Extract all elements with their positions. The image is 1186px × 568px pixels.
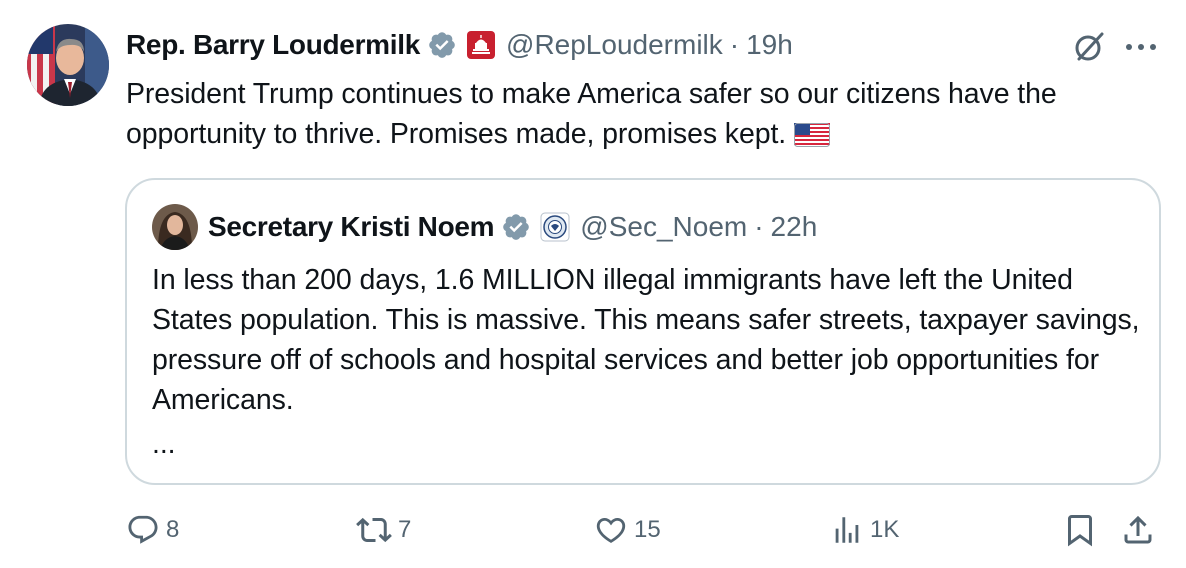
author-name[interactable]: Rep. Barry Loudermilk [126, 29, 420, 61]
reply-button[interactable]: 8 [126, 508, 179, 552]
truncation-ellipsis: ... [152, 428, 176, 460]
tweet-header: Rep. Barry Loudermilk @RepLoudermilk · 1… [126, 28, 793, 62]
bookmark-icon [1062, 512, 1098, 548]
view-count: 1K [870, 516, 900, 543]
reply-icon [126, 513, 160, 547]
quoted-tweet-text: In less than 200 days, 1.6 MILLION illeg… [152, 260, 1142, 464]
verified-badge-icon [501, 212, 531, 242]
tweet-text: President Trump continues to make Americ… [126, 74, 1156, 154]
share-icon [1120, 512, 1156, 548]
heart-icon [594, 513, 628, 547]
repost-button[interactable]: 7 [356, 508, 411, 552]
share-button[interactable] [1120, 508, 1156, 552]
quoted-author-handle: @Sec_Noem [580, 211, 748, 242]
analytics-icon [830, 513, 864, 547]
reply-count: 8 [166, 516, 180, 543]
quoted-tweet-header: Secretary Kristi Noem @Sec_Noem · 22h [208, 210, 817, 244]
tweet-body: President Trump continues to make Americ… [126, 78, 1057, 150]
separator: · [729, 29, 740, 60]
author-avatar[interactable] [27, 24, 109, 106]
author-handle[interactable]: @RepLoudermilk [506, 29, 723, 61]
views-button[interactable]: 1K [830, 508, 899, 552]
separator: · [754, 211, 764, 242]
quoted-author-avatar [152, 204, 198, 250]
repost-count: 7 [398, 516, 412, 543]
grok-icon[interactable] [1070, 28, 1108, 66]
dhs-seal-icon [540, 212, 570, 242]
repost-icon [356, 512, 392, 548]
affiliation-badge-icon[interactable] [466, 30, 496, 60]
quoted-timestamp: 22h [770, 211, 818, 242]
quoted-tweet-body: In less than 200 days, 1.6 MILLION illeg… [152, 264, 1140, 416]
like-count: 15 [634, 516, 661, 543]
timestamp[interactable]: 19h [746, 29, 793, 61]
tweet-action-bar: 8 7 15 1K [0, 508, 1186, 552]
bookmark-button[interactable] [1062, 508, 1098, 552]
us-flag-icon [794, 118, 831, 147]
quoted-tweet-card[interactable]: Secretary Kristi Noem @Sec_Noem · 22h In… [125, 178, 1161, 485]
like-button[interactable]: 15 [594, 508, 661, 552]
quoted-author-name: Secretary Kristi Noem [208, 211, 495, 242]
more-options-icon[interactable] [1124, 40, 1158, 52]
verified-badge-icon[interactable] [427, 30, 457, 60]
